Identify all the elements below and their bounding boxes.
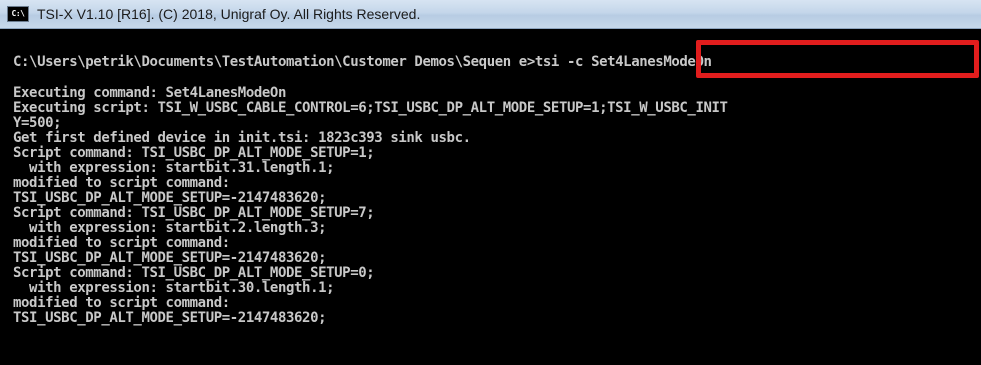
console-line: TSI_USBC_DP_ALT_MODE_SETUP=-2147483620;	[13, 190, 327, 206]
command-highlight-box	[696, 40, 979, 78]
console-line: modified to script command:	[13, 235, 230, 251]
window-title: TSI-X V1.10 [R16]. (C) 2018, Unigraf Oy.…	[37, 6, 421, 22]
console-line: Executing script: TSI_W_USBC_CABLE_CONTR…	[13, 100, 728, 116]
console-line: Script command: TSI_USBC_DP_ALT_MODE_SET…	[13, 265, 375, 281]
console-line: modified to script command:	[13, 175, 230, 191]
console-app-icon[interactable]: C:\	[7, 6, 29, 22]
console-line: Script command: TSI_USBC_DP_ALT_MODE_SET…	[13, 145, 375, 161]
command-prompt-line: C:\Users\petrik\Documents\TestAutomation…	[13, 54, 712, 70]
console-line: Y=500;	[13, 115, 62, 131]
console-line: Script command: TSI_USBC_DP_ALT_MODE_SET…	[13, 205, 375, 221]
console-line: Executing command: Set4LanesModeOn	[13, 85, 286, 101]
console-line: Get first defined device in init.tsi: 18…	[13, 130, 471, 146]
console-line: modified to script command:	[13, 295, 230, 311]
console-window: C:\ TSI-X V1.10 [R16]. (C) 2018, Unigraf…	[0, 0, 981, 365]
console-line: with expression: startbit.30.length.1;	[13, 280, 335, 296]
console-line: with expression: startbit.2.length.3;	[13, 220, 327, 236]
console-line: TSI_USBC_DP_ALT_MODE_SETUP=-2147483620;	[13, 250, 327, 266]
console-line: with expression: startbit.31.length.1;	[13, 160, 335, 176]
console-output-area[interactable]: C:\Users\petrik\Documents\TestAutomation…	[0, 29, 981, 365]
title-bar[interactable]: C:\ TSI-X V1.10 [R16]. (C) 2018, Unigraf…	[0, 0, 981, 29]
console-line: TSI_USBC_DP_ALT_MODE_SETUP=-2147483620;	[13, 310, 327, 326]
